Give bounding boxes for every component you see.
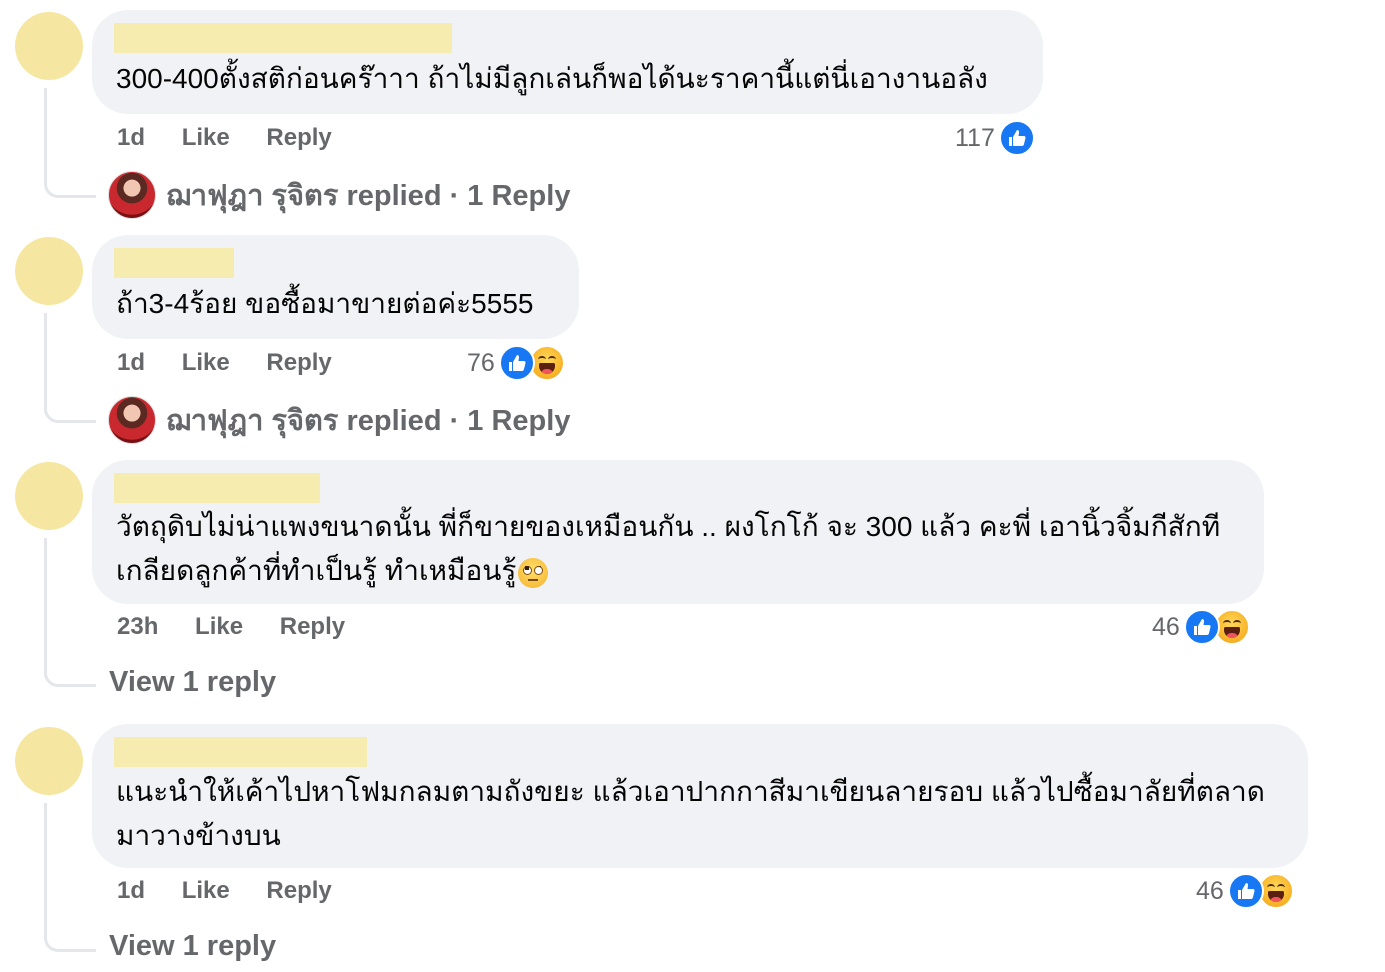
replied-text: ฌาฟุฎา รุจิตร replied · 1 Reply xyxy=(166,405,571,437)
redacted-author-name xyxy=(114,248,234,278)
reaction-count: 46 xyxy=(1196,876,1224,905)
reply-link[interactable]: Reply xyxy=(266,349,331,376)
like-link[interactable]: Like xyxy=(182,877,230,904)
like-link[interactable]: Like xyxy=(195,613,243,640)
comment-text: 300-400ตั้งสติก่อนคร๊าาา ถ้าไม่มีลูกเล่น… xyxy=(116,63,988,94)
reply-link[interactable]: Reply xyxy=(266,124,331,151)
replies-link[interactable]: ฌาฟุฎา รุจิตร replied · 1 Reply xyxy=(108,395,570,445)
replier-avatar xyxy=(108,396,156,444)
thread-elbow xyxy=(44,182,96,198)
thread-elbow xyxy=(44,671,96,687)
avatar[interactable] xyxy=(15,727,83,795)
redacted-author-name xyxy=(114,473,320,503)
comment-actions: 23h Like Reply xyxy=(117,613,375,641)
avatar[interactable] xyxy=(15,237,83,305)
comment-text-line-2: มาวางข้างบน xyxy=(116,820,281,851)
like-icon xyxy=(998,120,1035,156)
replier-avatar xyxy=(108,171,156,219)
thread-line xyxy=(44,313,47,409)
like-link[interactable]: Like xyxy=(182,124,230,151)
view-replies-link[interactable]: View 1 reply xyxy=(109,930,276,963)
comment-timestamp[interactable]: 1d xyxy=(117,877,145,904)
thread-line xyxy=(44,803,47,939)
avatar[interactable] xyxy=(15,12,83,80)
comment-text: ถ้า3-4ร้อย ขอซื้อมาขายต่อค่ะ5555 xyxy=(116,288,534,319)
comment-text: วัตถุดิบไม่น่าแพงขนาดนั้น พี่ก็ขายของเหม… xyxy=(116,505,1242,593)
like-link[interactable]: Like xyxy=(182,349,230,376)
reaction-summary[interactable]: 46 xyxy=(1152,608,1250,646)
like-icon xyxy=(1183,609,1220,645)
redacted-author-name xyxy=(114,737,367,767)
comment-text: แนะนำให้เค้าไปหาโฟมกลมตามถังขยะ แล้วเอาป… xyxy=(116,770,1286,858)
reply-link[interactable]: Reply xyxy=(266,877,331,904)
thread-elbow xyxy=(44,936,96,952)
reaction-count: 76 xyxy=(467,348,495,377)
reaction-count: 117 xyxy=(955,123,995,152)
like-icon xyxy=(1227,873,1264,909)
avatar[interactable] xyxy=(15,462,83,530)
comment-bubble: ถ้า3-4ร้อย ขอซื้อมาขายต่อค่ะ5555 xyxy=(92,235,579,339)
comment-bubble: แนะนำให้เค้าไปหาโฟมกลมตามถังขยะ แล้วเอาป… xyxy=(92,724,1308,868)
replies-link[interactable]: ฌาฟุฎา รุจิตร replied · 1 Reply xyxy=(108,170,570,220)
thread-line xyxy=(44,88,47,184)
comment-text-line-2: เกลียดลูกค้าที่ทำเป็นรู้ ทำเหมือนรู้ xyxy=(116,549,1242,593)
comment-actions: 1d Like Reply xyxy=(117,349,362,377)
reaction-summary[interactable]: 46 xyxy=(1196,872,1294,910)
like-icon xyxy=(498,345,535,381)
reply-link[interactable]: Reply xyxy=(280,613,345,640)
view-replies-link[interactable]: View 1 reply xyxy=(109,666,276,699)
comment-timestamp[interactable]: 1d xyxy=(117,124,145,151)
comment-text-line-1: วัตถุดิบไม่น่าแพงขนาดนั้น พี่ก็ขายของเหม… xyxy=(116,511,1221,542)
thread-line xyxy=(44,538,47,674)
face-with-rolling-eyes-icon xyxy=(518,557,549,588)
reaction-summary[interactable]: 117 xyxy=(955,119,1035,157)
comment-actions: 1d Like Reply xyxy=(117,877,362,905)
comment-timestamp[interactable]: 1d xyxy=(117,349,145,376)
comment-timestamp[interactable]: 23h xyxy=(117,613,158,640)
comment-text-line-1: แนะนำให้เค้าไปหาโฟมกลมตามถังขยะ แล้วเอาป… xyxy=(116,776,1265,807)
redacted-author-name xyxy=(114,23,452,53)
comment-text-line-2-text: เกลียดลูกค้าที่ทำเป็นรู้ ทำเหมือนรู้ xyxy=(116,555,517,586)
reaction-count: 46 xyxy=(1152,612,1180,641)
reaction-summary[interactable]: 76 xyxy=(467,344,565,382)
replied-text: ฌาฟุฎา รุจิตร replied · 1 Reply xyxy=(166,180,571,212)
comment-bubble: วัตถุดิบไม่น่าแพงขนาดนั้น พี่ก็ขายของเหม… xyxy=(92,460,1264,604)
comment-actions: 1d Like Reply xyxy=(117,124,362,152)
thread-elbow xyxy=(44,407,96,423)
comment-bubble: 300-400ตั้งสติก่อนคร๊าาา ถ้าไม่มีลูกเล่น… xyxy=(92,10,1043,114)
